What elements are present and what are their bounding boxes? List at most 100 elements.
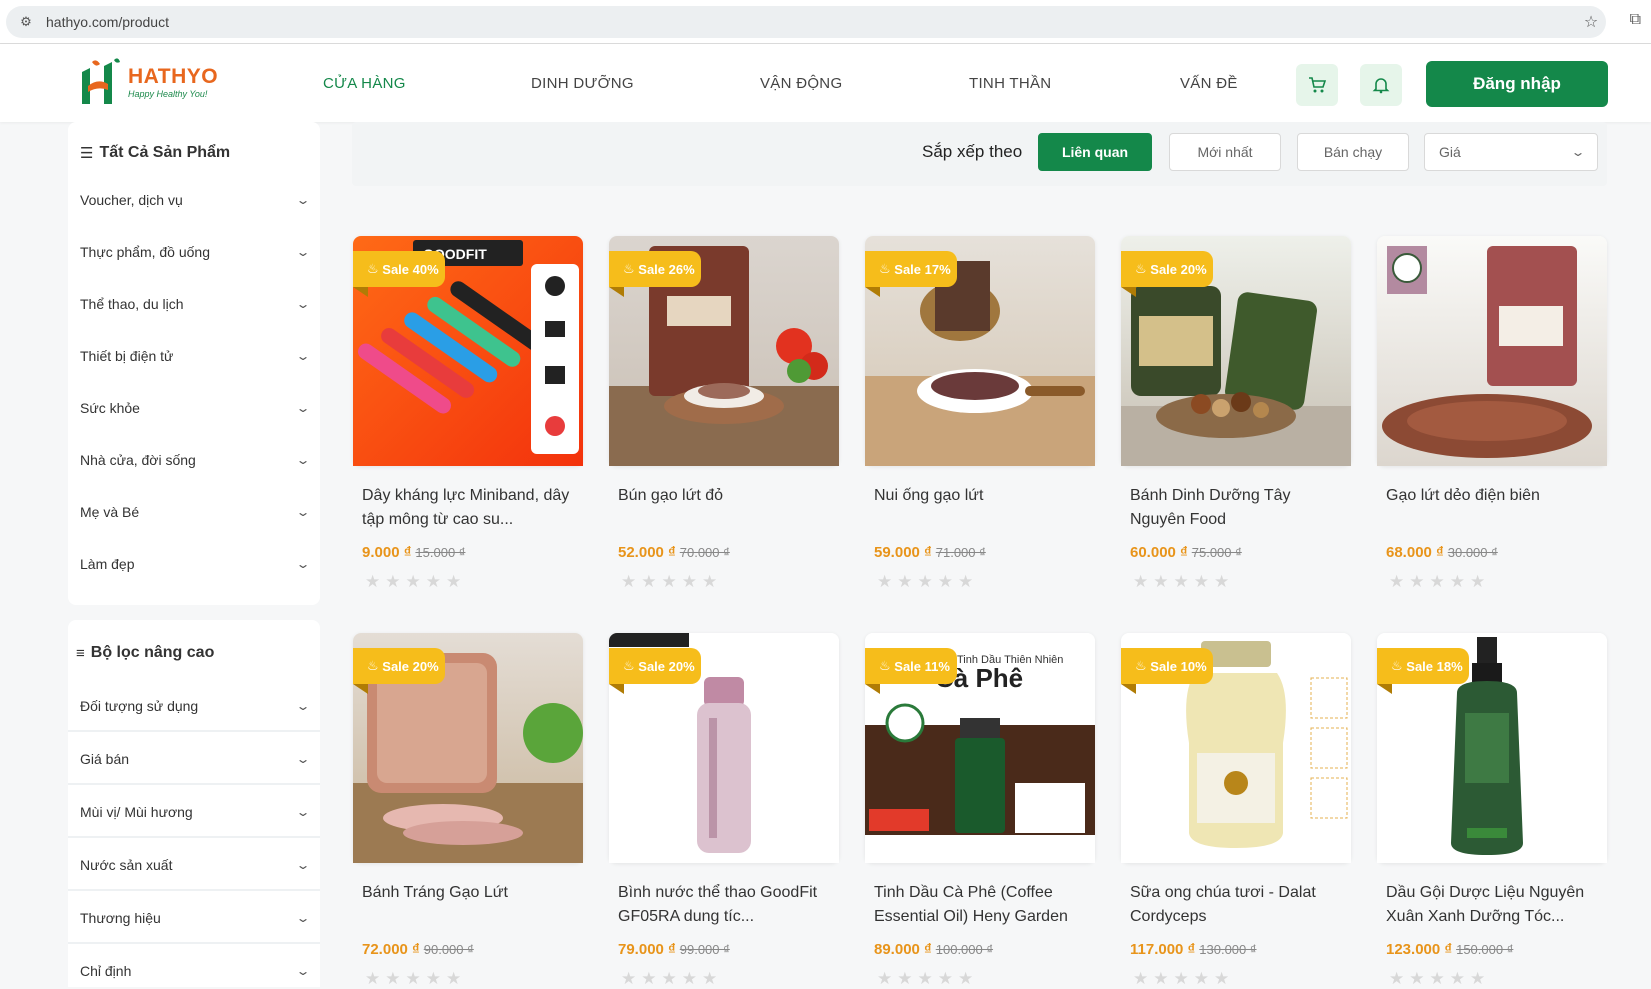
sort-relevance-button[interactable]: Liên quan [1038, 133, 1152, 171]
category-item-mom-baby[interactable]: Mẹ và Bé ⌄ [80, 504, 311, 520]
product-name[interactable]: Bún gạo lứt đỏ [618, 484, 830, 532]
rating-stars: ★★★★★ [1389, 969, 1491, 988]
nav-dinh-duong[interactable]: DINH DƯỠNG [531, 44, 634, 122]
product-price: 59.000 ₫ 71.000 ₫ [874, 544, 986, 561]
logo-mark-icon [82, 58, 120, 104]
product-image[interactable]: Tinh Dầu Thiên Nhiên Cà Phê ♨ Sale 11% [865, 633, 1095, 863]
category-item-beauty[interactable]: Làm đẹp ⌄ [80, 556, 311, 572]
filter-title-text: Bộ lọc nâng cao [90, 644, 215, 661]
address-bar[interactable]: ⚙ hathyo.com/product ☆ [6, 6, 1606, 38]
product-name[interactable]: Dầu Gội Dược Liệu Nguyên Xuân Xanh Dưỡng… [1386, 881, 1598, 929]
product-card[interactable]: ♨ Sale 10% Sữa ong chúa tươi - Dalat Cor… [1121, 633, 1351, 988]
product-name[interactable]: Bánh Tráng Gạo Lứt [362, 881, 574, 929]
product-price: 72.000 ₫ 90.000 ₫ [362, 941, 474, 958]
bookmark-star-icon[interactable]: ☆ [1576, 12, 1606, 32]
product-image[interactable]: ♨ Sale 10% [1121, 633, 1351, 863]
product-name[interactable]: Bánh Dinh Dưỡng Tây Nguyên Food [1130, 484, 1342, 532]
filter-flavor[interactable]: Mùi vị/ Mùi hương ⌄ [80, 804, 311, 820]
product-name[interactable]: Tinh Dầu Cà Phê (Coffee Essential Oil) H… [874, 881, 1086, 929]
product-price: 89.000 ₫ 100.000 ₫ [874, 941, 994, 958]
filter-brand[interactable]: Thương hiệu ⌄ [80, 910, 311, 926]
sale-badge: ♨ Sale 26% [609, 251, 701, 287]
sort-price-select-value: Giá [1439, 144, 1461, 160]
product-price: 79.000 ₫ 99.000 ₫ [618, 941, 730, 958]
fire-icon: ♨ [1391, 658, 1403, 673]
logo[interactable]: HATHYO Happy Healthy You! [78, 58, 218, 106]
product-name[interactable]: Sữa ong chúa tươi - Dalat Cordyceps [1130, 881, 1342, 929]
product-card[interactable]: ♨ Sale 26% Bún gạo lứt đỏ 52.000 ₫ 70.000… [609, 236, 839, 591]
product-card[interactable]: ♨ Sale 20% Bánh Dinh Dưỡng Tây Nguyên Fo… [1121, 236, 1351, 591]
nav-van-dong[interactable]: VẬN ĐỘNG [760, 44, 842, 122]
product-image[interactable]: ♨ Sale 20% [609, 633, 839, 863]
site-settings-icon[interactable]: ⚙ [6, 14, 46, 30]
product-image[interactable]: ♨ Sale 20% [1121, 236, 1351, 466]
category-item-voucher[interactable]: Voucher, dịch vụ ⌄ [80, 192, 311, 208]
sort-price-select[interactable]: Giá ⌄ [1424, 133, 1598, 171]
category-item-food[interactable]: Thực phẩm, đồ uống ⌄ [80, 244, 311, 260]
chevron-down-icon: ⌄ [295, 964, 311, 978]
product-price: 123.000 ₫ 150.000 ₫ [1386, 941, 1514, 958]
product-name[interactable]: Dây kháng lực Miniband, dây tập mông từ … [362, 484, 574, 532]
product-price: 9.000 ₫ 15.000 ₫ [362, 544, 466, 561]
chevron-down-icon: ⌄ [295, 699, 311, 713]
chevron-down-icon: ⌄ [295, 245, 311, 259]
product-price: 68.000 ₫ 30.000 ₫ [1386, 544, 1498, 561]
product-card[interactable]: ♨ Sale 17% Nui ống gạo lứt 59.000 ₫ 71.00… [865, 236, 1095, 591]
rating-stars: ★★★★★ [877, 572, 979, 591]
logo-name: HATHYO [128, 65, 219, 88]
category-item-electronics[interactable]: Thiết bị điện tử ⌄ [80, 348, 311, 364]
category-item-sport[interactable]: Thể thao, du lịch ⌄ [80, 296, 311, 312]
rating-stars: ★★★★★ [365, 572, 467, 591]
sort-bestseller-button[interactable]: Bán chạy [1297, 133, 1409, 171]
logo-tagline: Happy Healthy You! [128, 89, 208, 99]
sale-badge: ♨ Sale 17% [865, 251, 957, 287]
product-name[interactable]: Bình nước thể thao GoodFit GF05RA dung t… [618, 881, 830, 929]
product-image[interactable]: GOODFIT ♨ Sale 40% [353, 236, 583, 466]
chevron-down-icon: ⌄ [1570, 145, 1586, 159]
sale-badge: ♨ Sale 40% [353, 251, 445, 287]
divider [68, 730, 320, 732]
filter-country[interactable]: Nước sản xuất ⌄ [80, 857, 311, 873]
rice-image [1382, 246, 1592, 458]
nav-tinh-than[interactable]: TINH THẦN [969, 44, 1051, 122]
product-card[interactable]: GOODFIT ♨ Sale 40% Dây kháng lực Miniban… [353, 236, 583, 591]
url-text[interactable]: hathyo.com/product [46, 14, 1576, 30]
sale-badge: ♨ Sale 20% [609, 648, 701, 684]
product-image[interactable]: ♨ Sale 26% [609, 236, 839, 466]
login-button[interactable]: Đăng nhập [1426, 61, 1608, 107]
rating-stars: ★★★★★ [621, 969, 723, 988]
product-image[interactable]: ♨ Sale 20% [353, 633, 583, 863]
extensions-icon[interactable]: ⧉ [1630, 11, 1641, 29]
category-item-health[interactable]: Sức khỏe ⌄ [80, 400, 311, 416]
fire-icon: ♨ [367, 658, 379, 673]
product-card[interactable]: ♨ Sale 20% Bánh Tráng Gạo Lứt 72.000 ₫ 90… [353, 633, 583, 988]
cart-button[interactable] [1296, 64, 1338, 106]
product-card[interactable]: ♨ Sale 20% Bình nước thể thao GoodFit GF… [609, 633, 839, 988]
product-image[interactable]: ♨ Sale 18% [1377, 633, 1607, 863]
category-item-home[interactable]: Nhà cửa, đời sống ⌄ [80, 452, 311, 468]
list-icon: ☰ [80, 145, 94, 162]
chevron-down-icon: ⌄ [295, 557, 311, 571]
product-card[interactable]: Tinh Dầu Thiên Nhiên Cà Phê ♨ Sale 11% T… [865, 633, 1095, 988]
product-card[interactable]: ♨ Sale 18% Dầu Gội Dược Liệu Nguyên Xuân… [1377, 633, 1607, 988]
filter-price[interactable]: Giá bán ⌄ [80, 751, 311, 767]
product-name[interactable]: Gạo lứt dẻo điện biên [1386, 484, 1598, 532]
filter-indication[interactable]: Chỉ định ⌄ [80, 963, 311, 979]
product-price: 60.000 ₫ 75.000 ₫ [1130, 544, 1242, 561]
nav-van-de[interactable]: VẤN ĐỀ [1180, 44, 1238, 122]
product-name[interactable]: Nui ống gạo lứt [874, 484, 1086, 532]
product-price: 117.000 ₫ 130.000 ₫ [1130, 941, 1257, 958]
chevron-down-icon: ⌄ [295, 453, 311, 467]
sort-newest-button[interactable]: Mới nhất [1169, 133, 1281, 171]
notification-button[interactable] [1360, 64, 1402, 106]
chevron-down-icon: ⌄ [295, 193, 311, 207]
nav-cua-hang[interactable]: CỬA HÀNG [323, 44, 406, 122]
product-image[interactable]: ♨ Sale 17% [865, 236, 1095, 466]
divider [68, 836, 320, 838]
filter-audience[interactable]: Đối tượng sử dụng ⌄ [80, 698, 311, 714]
chevron-down-icon: ⌄ [295, 752, 311, 766]
rating-stars: ★★★★★ [1133, 969, 1235, 988]
product-card[interactable]: Gạo lứt dẻo điện biên 68.000 ₫ 30.000 ₫ ★… [1377, 236, 1607, 591]
product-image[interactable] [1377, 236, 1607, 466]
chevron-down-icon: ⌄ [295, 911, 311, 925]
